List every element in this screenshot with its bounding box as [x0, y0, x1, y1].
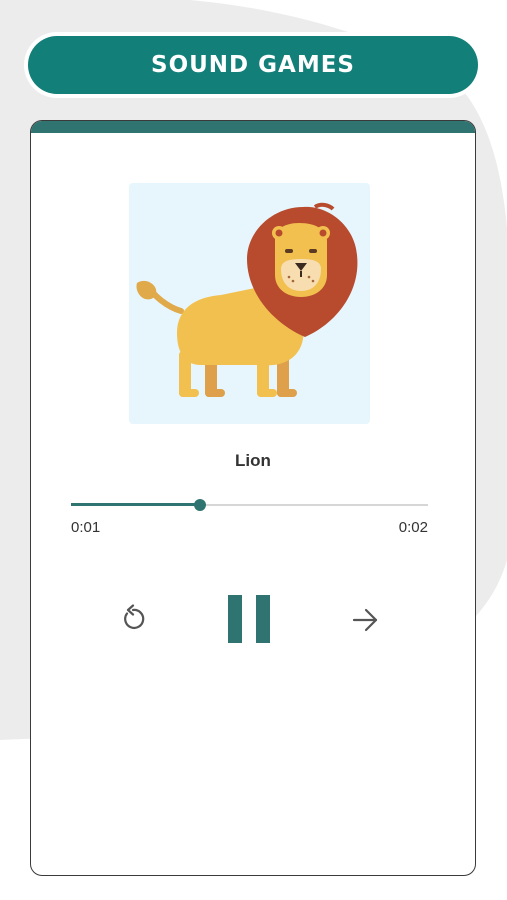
album-art-image [129, 183, 370, 424]
arrow-right-icon [352, 608, 378, 632]
progress-thumb[interactable] [193, 499, 206, 511]
replay-button[interactable] [115, 601, 151, 637]
card-top-bar [31, 121, 475, 133]
header-banner: SOUND GAMES [28, 36, 478, 94]
player-card: Lion 0:01 0:02 [30, 120, 476, 876]
replay-icon [124, 604, 145, 630]
progress-fill [71, 503, 200, 506]
pause-button[interactable] [225, 593, 273, 645]
page-title: SOUND GAMES [151, 52, 355, 78]
total-time: 0:02 [398, 519, 428, 536]
pause-icon [228, 595, 270, 643]
track-title: Lion [235, 451, 271, 470]
current-time: 0:01 [71, 519, 101, 536]
lion-illustration [136, 202, 358, 397]
next-button[interactable] [349, 603, 383, 637]
progress-slider[interactable] [71, 495, 428, 515]
